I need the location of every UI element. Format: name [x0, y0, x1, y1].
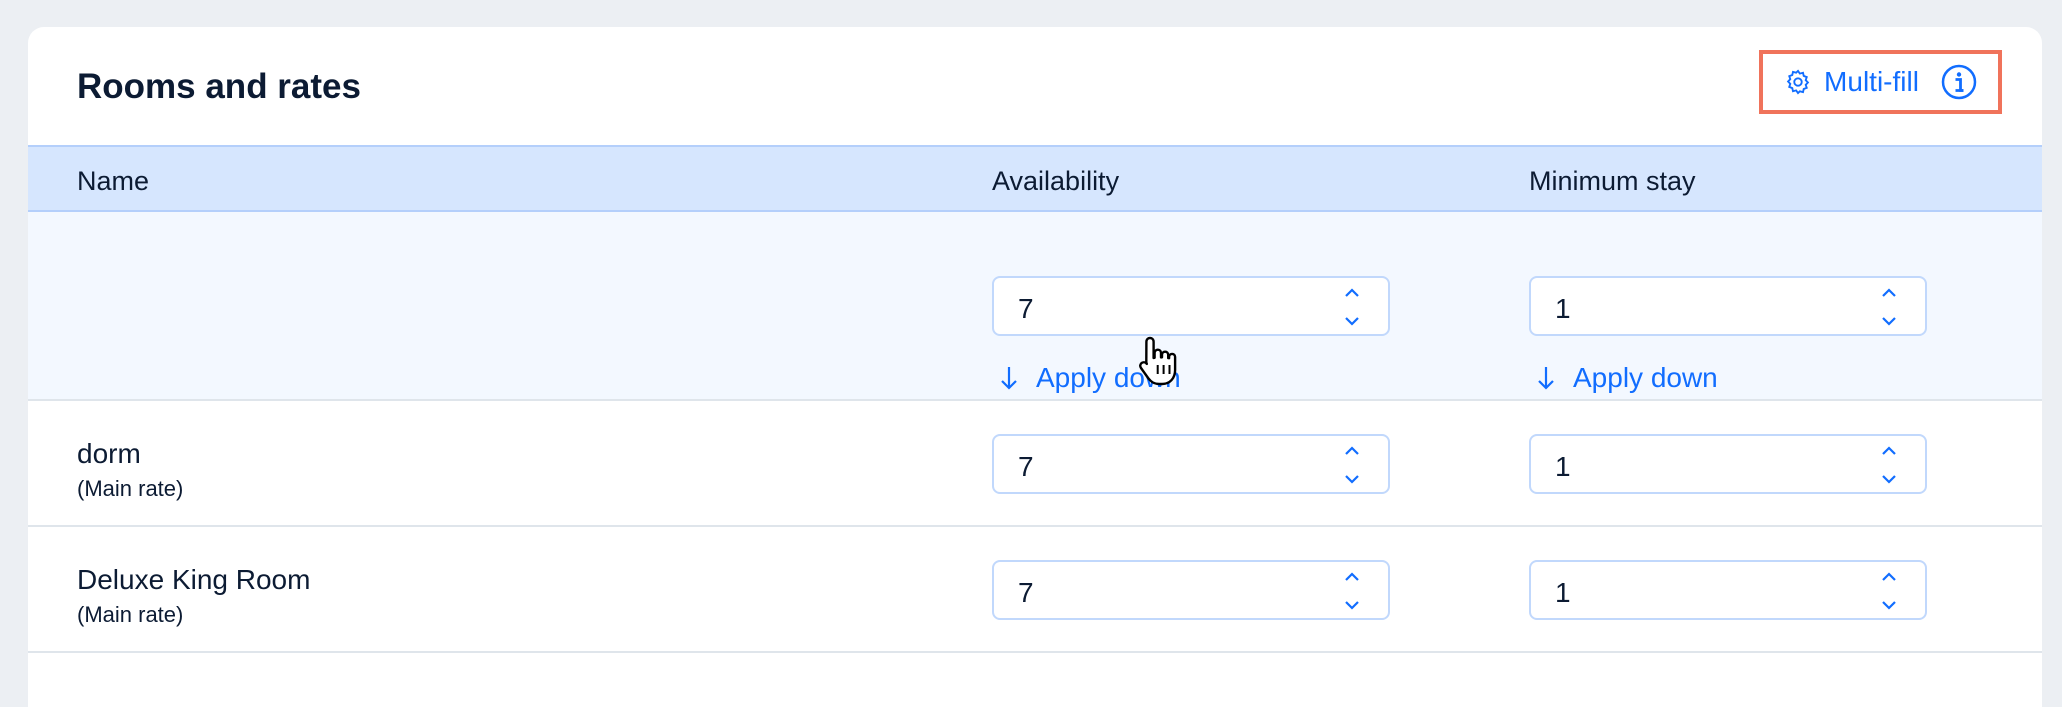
stepper-value: 1: [1555, 293, 1571, 324]
minimum-stay-stepper[interactable]: 1: [1529, 560, 1927, 620]
room-name: Deluxe King Room: [77, 564, 311, 595]
chevron-up-down-icon[interactable]: [1879, 286, 1899, 328]
column-header-availability: Availability: [992, 166, 1120, 196]
arrow-down-icon: [1538, 367, 1554, 390]
stepper-value: 1: [1555, 451, 1571, 482]
stepper-value: 1: [1555, 577, 1571, 608]
availability-fill-stepper[interactable]: 7: [992, 276, 1390, 336]
chevron-up-down-icon[interactable]: [1879, 444, 1899, 486]
minimum-stay-stepper[interactable]: 1: [1529, 434, 1927, 494]
room-rate: (Main rate): [77, 476, 184, 501]
availability-stepper[interactable]: 7: [992, 560, 1390, 620]
chevron-up-down-icon[interactable]: [1342, 444, 1362, 486]
table-header: Name Availability Minimum stay: [28, 145, 2042, 212]
multi-fill-button[interactable]: Multi-fill: [1759, 50, 2002, 114]
stepper-value: 7: [1018, 293, 1034, 324]
card-header: Rooms and rates Multi-fill: [28, 27, 2042, 145]
chevron-up-down-icon[interactable]: [1342, 570, 1362, 612]
rooms-and-rates-card: Rooms and rates Multi-fill Name Availabi…: [28, 27, 2042, 707]
arrow-down-icon: [1001, 367, 1017, 390]
room-name: dorm: [77, 438, 141, 469]
stepper-value: 7: [1018, 451, 1034, 482]
chevron-up-down-icon[interactable]: [1342, 286, 1362, 328]
availability-stepper[interactable]: 7: [992, 434, 1390, 494]
column-header-minimum-stay: Minimum stay: [1529, 166, 1696, 196]
apply-down-label: Apply down: [1573, 362, 1718, 393]
column-header-name: Name: [77, 166, 150, 196]
apply-down-minimum-stay-button[interactable]: Apply down: [1537, 362, 1718, 394]
page-title: Rooms and rates: [77, 67, 361, 106]
chevron-up-down-icon[interactable]: [1879, 570, 1899, 612]
room-rate: (Main rate): [77, 602, 184, 627]
multi-fill-label: Multi-fill: [1824, 66, 1919, 97]
info-icon[interactable]: [1941, 64, 1977, 100]
table-row: dorm (Main rate) 7 1: [28, 401, 2042, 527]
hand-pointer-icon: [1139, 336, 1177, 386]
table-row: Deluxe King Room (Main rate) 7 1: [28, 527, 2042, 653]
gear-icon: [1786, 69, 1810, 95]
minimum-stay-fill-stepper[interactable]: 1: [1529, 276, 1927, 336]
multi-fill-row: 7 Apply down 1 Apply down: [28, 212, 2042, 401]
stepper-value: 7: [1018, 577, 1034, 608]
